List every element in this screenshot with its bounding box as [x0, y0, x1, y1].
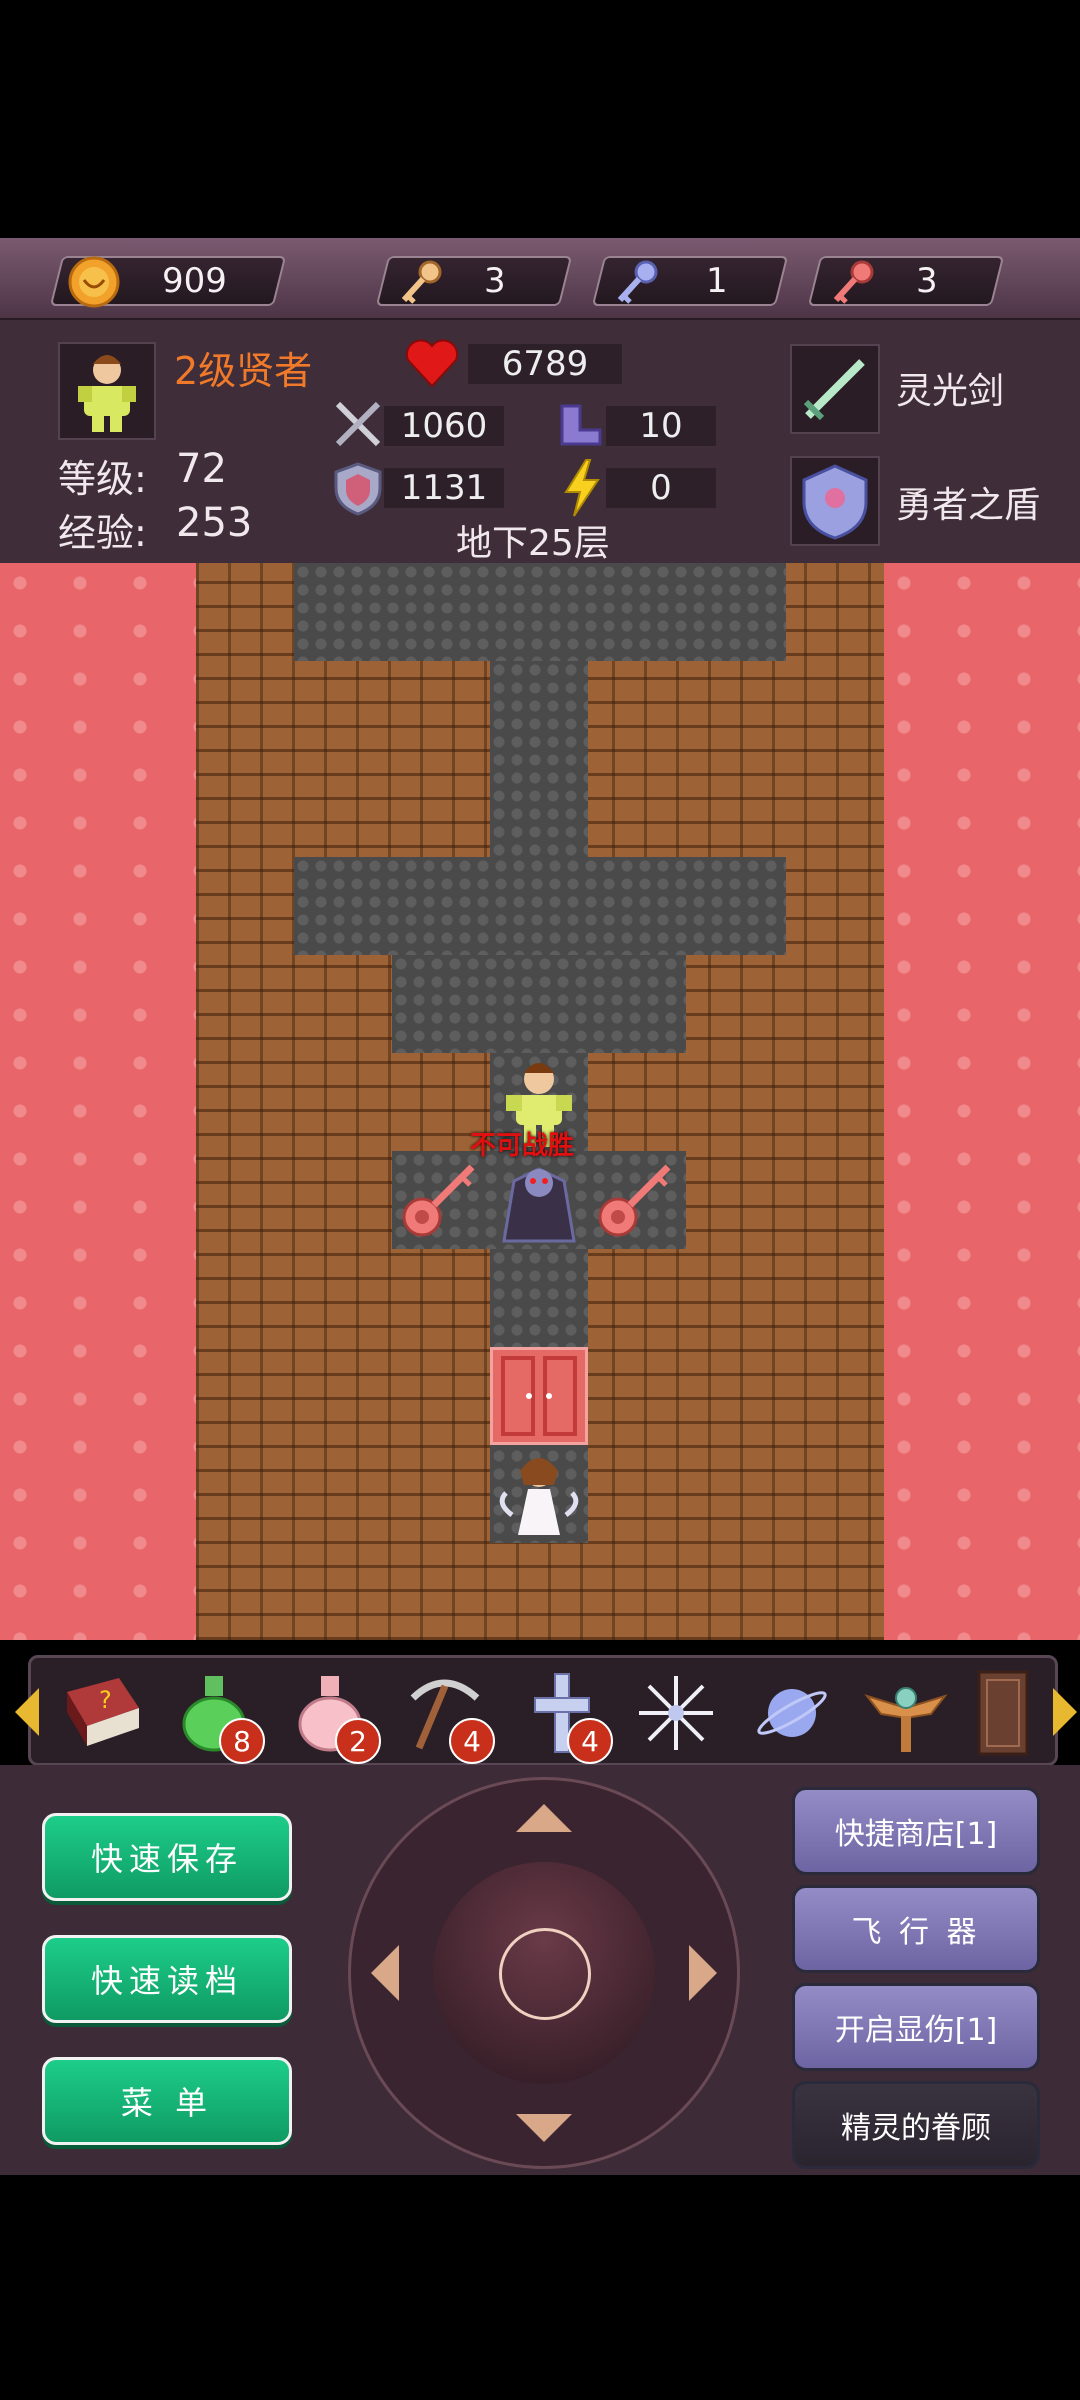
hero-portrait	[58, 342, 156, 440]
orb-icon	[757, 1689, 827, 1737]
floor-name: 地下25层	[456, 523, 610, 564]
resource-bar: 909 3 1 3	[0, 238, 1080, 320]
scroll-left-arrow[interactable]	[15, 1688, 39, 1736]
door-icon	[977, 1670, 1029, 1756]
menu-button[interactable]: 菜 单	[42, 2057, 292, 2145]
shield-slot[interactable]	[790, 456, 880, 546]
lava-right	[884, 563, 1080, 1640]
gold-value: 909	[162, 261, 227, 301]
sword-icon	[803, 359, 865, 421]
blue-key-value: 1	[706, 261, 728, 301]
game-map[interactable]: 不可战胜	[0, 563, 1080, 1640]
svg-text:?: ?	[99, 1686, 112, 1714]
red-key-value: 3	[916, 261, 938, 301]
right-arrow[interactable]	[689, 1945, 717, 2001]
weapon-name: 灵光剑	[896, 371, 1005, 412]
heart-icon	[405, 339, 459, 388]
down-arrow[interactable]	[516, 2114, 572, 2142]
red-key-icon	[402, 1164, 475, 1237]
scroll-right-arrow[interactable]	[1053, 1688, 1077, 1736]
fairy-npc-sprite[interactable]	[490, 1445, 588, 1543]
hero-title: 2级贤者	[174, 349, 313, 393]
red-key-icon	[598, 1164, 671, 1237]
agility-value: 10	[606, 406, 716, 446]
item-count-badge: 4	[449, 1718, 495, 1764]
demon-monster-sprite[interactable]	[490, 1151, 588, 1249]
quick-shop-button[interactable]: 快捷商店[1]	[792, 1787, 1040, 1875]
item-slot[interactable]: ?	[57, 1668, 147, 1758]
quick-save-button[interactable]: 快速保存	[42, 1813, 292, 1901]
item-count-badge: 4	[567, 1718, 613, 1764]
gold-coin-icon	[68, 256, 120, 308]
hp-value: 6789	[468, 344, 622, 384]
exp-value: 253	[176, 500, 253, 546]
floor-tile	[490, 661, 588, 857]
dpad-center-ring	[499, 1928, 591, 2020]
monster-book-icon: ?	[67, 1678, 139, 1746]
blue-key-icon	[617, 260, 658, 304]
yellow-key-icon	[401, 260, 442, 304]
yellow-key-value: 3	[484, 261, 506, 301]
item-slot[interactable]: 4	[517, 1668, 613, 1764]
red-key-counter: 3	[807, 256, 1005, 306]
winged-staff-icon	[864, 1687, 948, 1752]
controls-panel: 快速保存 快速读档 菜 单 快捷商店[1] 飞 行 器 开启显伤[1] 精灵的眷…	[0, 1765, 1080, 2175]
floor-tile	[392, 955, 686, 1053]
floor-tile	[294, 563, 786, 661]
dpad-center[interactable]	[433, 1862, 655, 2084]
shield-icon	[802, 464, 868, 540]
item-slot[interactable]	[631, 1668, 721, 1758]
weapon-slot[interactable]	[790, 344, 880, 434]
item-slot[interactable]	[861, 1668, 951, 1758]
floor-tile	[294, 857, 786, 955]
quick-load-button[interactable]: 快速读档	[42, 1935, 292, 2023]
blue-key-counter: 1	[591, 256, 789, 306]
item-slot[interactable]: 2	[285, 1668, 381, 1764]
shield-name: 勇者之盾	[896, 485, 1041, 526]
hero-avatar-icon	[78, 355, 136, 432]
magic-value: 0	[606, 468, 716, 508]
fairy-blessing-button[interactable]: 精灵的眷顾	[792, 2081, 1040, 2169]
show-damage-button[interactable]: 开启显伤[1]	[792, 1983, 1040, 2071]
item-slot[interactable]: 4	[399, 1668, 495, 1764]
defense-shield-icon	[334, 462, 382, 516]
door-pattern-icon	[501, 1356, 577, 1436]
left-arrow[interactable]	[371, 1945, 399, 2001]
item-slot[interactable]: 8	[169, 1668, 265, 1764]
snowflake-icon	[639, 1676, 713, 1750]
lightning-icon	[564, 459, 600, 517]
exp-label: 经验:	[58, 511, 147, 555]
item-toolbar: ? 8 2 4 4	[15, 1655, 1077, 1766]
red-door[interactable]	[490, 1347, 588, 1445]
boots-icon	[560, 404, 602, 446]
red-key-icon	[833, 260, 874, 304]
up-arrow[interactable]	[516, 1804, 572, 1832]
yellow-key-counter: 3	[375, 256, 573, 306]
item-count-badge: 8	[219, 1718, 265, 1764]
item-slot[interactable]	[975, 1668, 1031, 1758]
attack-value: 1060	[384, 406, 504, 446]
dpad[interactable]	[348, 1777, 740, 2169]
status-panel: 2级贤者 等级: 72 经验: 253 6789 1060 10 1131 0 …	[0, 320, 1080, 565]
item-count-badge: 2	[335, 1718, 381, 1764]
defense-value: 1131	[384, 468, 504, 508]
level-value: 72	[176, 446, 227, 492]
fly-button[interactable]: 飞 行 器	[792, 1885, 1040, 1973]
lava-left	[0, 563, 196, 1640]
item-slot[interactable]	[747, 1668, 837, 1758]
gold-counter: 909	[49, 256, 287, 308]
level-label: 等级:	[58, 457, 147, 501]
attack-swords-icon	[335, 401, 381, 447]
